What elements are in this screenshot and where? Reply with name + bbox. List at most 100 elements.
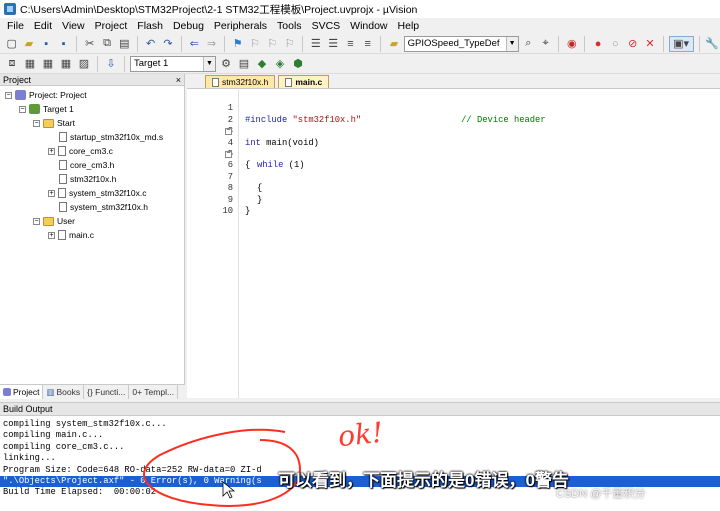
target-combo[interactable]: Target 1 ▼ bbox=[130, 55, 216, 72]
new-file-icon[interactable]: ▢ bbox=[4, 36, 19, 52]
output-line[interactable]: compiling core_cm3.c... bbox=[3, 442, 124, 453]
code-area[interactable]: 1 #include "stm32f10x.h"// Device header… bbox=[187, 90, 720, 398]
tree-node-file[interactable]: + core_cm3.c bbox=[48, 146, 113, 156]
tree-node-file[interactable]: startup_stm32f10x_md.s bbox=[59, 132, 163, 142]
expand-icon[interactable]: + bbox=[48, 231, 55, 239]
save-icon[interactable]: ▪ bbox=[39, 36, 54, 52]
menu-flash[interactable]: Flash bbox=[132, 18, 168, 34]
cut-icon[interactable]: ✂ bbox=[82, 36, 97, 52]
output-line[interactable]: Program Size: Code=648 RO-data=252 RW-da… bbox=[3, 465, 262, 476]
expand-icon[interactable]: + bbox=[48, 147, 55, 155]
bookmark-icon[interactable]: ⚑ bbox=[230, 36, 245, 52]
find-in-files-icon[interactable]: ▰ bbox=[386, 36, 401, 52]
menu-project[interactable]: Project bbox=[90, 18, 133, 34]
close-icon[interactable]: × bbox=[176, 75, 181, 85]
open-folder-icon[interactable]: ▰ bbox=[21, 36, 36, 52]
tree-node-target[interactable]: − Target 1 bbox=[19, 104, 74, 114]
debug-session-icon[interactable]: ◉ bbox=[564, 36, 579, 52]
collapse-icon[interactable]: − bbox=[33, 119, 40, 127]
menu-debug[interactable]: Debug bbox=[168, 18, 209, 34]
prev-bookmark-icon[interactable]: ⚐ bbox=[247, 36, 262, 52]
tree-node-project[interactable]: − Project: Project bbox=[5, 90, 87, 100]
next-bookmark-icon[interactable]: ⚐ bbox=[265, 36, 280, 52]
file-icon bbox=[59, 174, 67, 184]
manage-project-icon[interactable]: ◆ bbox=[254, 56, 270, 72]
tab-books[interactable]: ▥ Books bbox=[43, 385, 85, 399]
copy-icon[interactable]: ⧉ bbox=[99, 36, 114, 52]
menu-view[interactable]: View bbox=[57, 18, 90, 34]
indent-icon[interactable]: ☰ bbox=[308, 36, 323, 52]
menu-help[interactable]: Help bbox=[393, 18, 425, 34]
uncomment-icon[interactable]: ≡ bbox=[360, 36, 375, 52]
redo-icon[interactable]: ↷ bbox=[160, 36, 175, 52]
code-line: 1 #include "stm32f10x.h"// Device header bbox=[187, 92, 720, 124]
undo-icon[interactable]: ↶ bbox=[143, 36, 158, 52]
target-options-icon[interactable]: ⚙ bbox=[218, 56, 234, 72]
menu-window[interactable]: Window bbox=[345, 18, 392, 34]
output-line[interactable]: linking... bbox=[3, 453, 56, 464]
tree-label: Project: Project bbox=[29, 90, 87, 100]
books-icon: ▥ bbox=[46, 386, 55, 397]
clear-bookmarks-icon[interactable]: ⚐ bbox=[282, 36, 297, 52]
code-line: 9 } bbox=[187, 183, 720, 216]
navigate-forward-icon[interactable]: ⇒ bbox=[204, 36, 219, 52]
tab-main-c[interactable]: main.c bbox=[278, 75, 330, 88]
file-extensions-icon[interactable]: ▤ bbox=[236, 56, 252, 72]
tab-functions[interactable]: {} Functi... bbox=[84, 385, 130, 399]
paste-icon[interactable]: ▤ bbox=[117, 36, 132, 52]
tab-label: Project bbox=[13, 387, 40, 397]
disable-all-breakpoints-icon[interactable]: ✕ bbox=[642, 36, 657, 52]
expand-icon[interactable]: + bbox=[48, 189, 55, 197]
tree-node-file[interactable]: core_cm3.h bbox=[59, 160, 114, 170]
disable-breakpoint-icon[interactable]: ○ bbox=[608, 36, 623, 52]
build-icon[interactable]: ▦ bbox=[22, 56, 38, 72]
collapse-icon[interactable]: − bbox=[33, 217, 40, 225]
navigate-back-icon[interactable]: ⇐ bbox=[187, 36, 202, 52]
collapse-icon[interactable]: − bbox=[5, 91, 12, 99]
output-line-selected[interactable]: ".\Objects\Project.axf" - 0 Error(s), 0 … bbox=[3, 476, 262, 487]
output-line[interactable]: compiling main.c... bbox=[3, 430, 103, 441]
tree-node-group-start[interactable]: − Start bbox=[33, 118, 75, 128]
breakpoint-icon[interactable]: ● bbox=[590, 36, 605, 52]
unindent-icon[interactable]: ☰ bbox=[326, 36, 341, 52]
tab-templates[interactable]: 0+ Templ... bbox=[129, 385, 179, 399]
menu-file[interactable]: File bbox=[2, 18, 29, 34]
stop-build-icon[interactable]: ▨ bbox=[76, 56, 92, 72]
output-line[interactable]: compiling system_stm32f10x.c... bbox=[3, 419, 167, 430]
tab-project[interactable]: Project bbox=[0, 385, 44, 399]
menu-svcs[interactable]: SVCS bbox=[307, 18, 346, 34]
file-icon bbox=[285, 77, 293, 87]
menu-peripherals[interactable]: Peripherals bbox=[209, 18, 272, 34]
tree-node-file[interactable]: system_stm32f10x.h bbox=[59, 202, 148, 212]
code-line: 4 − { bbox=[187, 126, 720, 170]
run-time-environment-icon[interactable]: ◈ bbox=[272, 56, 288, 72]
tab-stm32f10x-h[interactable]: stm32f10x.h bbox=[205, 75, 276, 88]
rebuild-icon[interactable]: ▦ bbox=[40, 56, 56, 72]
kill-breakpoints-icon[interactable]: ⊘ bbox=[625, 36, 640, 52]
tree-node-file[interactable]: + system_stm32f10x.c bbox=[48, 188, 146, 198]
window-layout-icon[interactable]: ▣▾ bbox=[668, 35, 694, 52]
tree-node-file[interactable]: stm32f10x.h bbox=[59, 174, 116, 184]
save-all-icon[interactable]: ▪ bbox=[56, 36, 71, 52]
tab-label: main.c bbox=[295, 77, 323, 87]
menu-tools[interactable]: Tools bbox=[272, 18, 307, 34]
output-line[interactable]: Build Time Elapsed: 00:00:02 bbox=[3, 487, 156, 498]
chevron-down-icon: ▼ bbox=[203, 56, 215, 71]
menu-edit[interactable]: Edit bbox=[29, 18, 57, 34]
find-icon[interactable]: ⌕ bbox=[521, 36, 536, 52]
fold-collapse-icon[interactable]: − bbox=[225, 151, 232, 158]
incremental-find-icon[interactable]: ⌖ bbox=[538, 36, 553, 52]
find-combo[interactable]: GPIOSpeed_TypeDef ▼ bbox=[403, 35, 519, 52]
editor-tabs: stm32f10x.h main.c bbox=[187, 74, 720, 89]
translate-icon[interactable]: ⧈ bbox=[4, 56, 20, 72]
tree-node-file[interactable]: + main.c bbox=[48, 230, 94, 240]
fold-collapse-icon[interactable]: − bbox=[225, 128, 232, 136]
pack-installer-icon[interactable]: ⬢ bbox=[290, 56, 306, 72]
tree-node-group-user[interactable]: − User bbox=[33, 216, 75, 226]
handwritten-annotation: ok! bbox=[336, 415, 385, 454]
collapse-icon[interactable]: − bbox=[19, 105, 26, 113]
configure-icon[interactable]: 🔧 bbox=[704, 36, 719, 52]
download-icon[interactable]: ⇩ bbox=[103, 56, 119, 72]
batch-build-icon[interactable]: ▦ bbox=[58, 56, 74, 72]
comment-icon[interactable]: ≡ bbox=[343, 36, 358, 52]
